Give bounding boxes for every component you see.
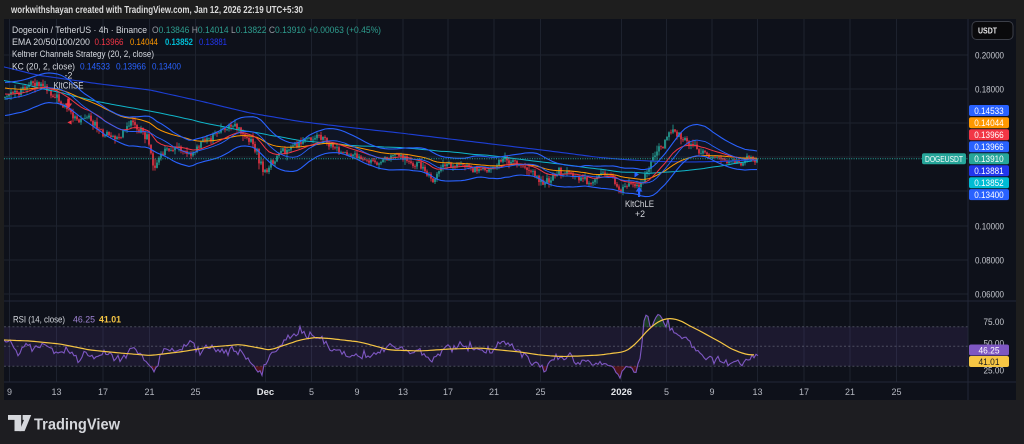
svg-text:KltChSE: KltChSE <box>54 81 84 91</box>
svg-text:workwithshayan created with Tr: workwithshayan created with TradingView.… <box>10 5 303 16</box>
svg-text:DOGEUSDT: DOGEUSDT <box>925 154 963 164</box>
svg-text:0.13852: 0.13852 <box>165 37 193 47</box>
svg-text:TradingView: TradingView <box>34 417 121 434</box>
svg-text:KC (20, 2, close): KC (20, 2, close) <box>12 62 75 72</box>
svg-text:13: 13 <box>752 387 762 397</box>
svg-text:0.08000: 0.08000 <box>975 255 1004 266</box>
svg-text:KltChLE: KltChLE <box>625 199 654 209</box>
svg-text:9: 9 <box>7 387 12 397</box>
svg-text:17: 17 <box>443 387 453 397</box>
svg-text:0.13966: 0.13966 <box>95 37 124 47</box>
svg-text:5: 5 <box>309 387 314 397</box>
svg-text:2026: 2026 <box>611 387 632 398</box>
svg-text:75.00: 75.00 <box>984 317 1005 328</box>
svg-text:0.14533: 0.14533 <box>974 106 1004 117</box>
svg-text:13: 13 <box>51 387 61 397</box>
svg-text:0.10000: 0.10000 <box>975 221 1004 232</box>
svg-text:0.13881: 0.13881 <box>199 37 227 47</box>
svg-text:RSI (14, close): RSI (14, close) <box>13 315 65 325</box>
svg-text:17: 17 <box>799 387 809 397</box>
svg-text:46.25: 46.25 <box>73 315 95 325</box>
svg-text:0.13910: 0.13910 <box>974 154 1004 165</box>
svg-text:21: 21 <box>845 387 855 397</box>
svg-text:-2: -2 <box>65 71 73 81</box>
svg-text:0.18000: 0.18000 <box>975 84 1004 95</box>
svg-text:46.25: 46.25 <box>979 345 1000 356</box>
svg-text:Dec: Dec <box>257 387 274 398</box>
svg-text:0.13400: 0.13400 <box>974 190 1004 201</box>
svg-text:O0.13846 H0.14014 L0.13822 C0.: O0.13846 H0.14014 L0.13822 C0.13910 +0.0… <box>152 25 381 35</box>
svg-text:Dogecoin / TetherUS · 4h · Bin: Dogecoin / TetherUS · 4h · Binance <box>12 25 147 35</box>
svg-text:0.13966: 0.13966 <box>974 142 1004 153</box>
svg-text:21: 21 <box>144 387 154 397</box>
svg-text:0.13966: 0.13966 <box>116 62 146 72</box>
svg-text:9: 9 <box>709 387 714 397</box>
svg-text:21: 21 <box>489 387 499 397</box>
svg-text:17: 17 <box>98 387 108 397</box>
svg-text:0.13852: 0.13852 <box>974 178 1004 189</box>
svg-text:Keltner Channels Strategy (20,: Keltner Channels Strategy (20, 2, close) <box>12 49 154 59</box>
svg-text:25: 25 <box>891 387 901 397</box>
svg-text:25: 25 <box>535 387 545 397</box>
svg-text:0.06000: 0.06000 <box>975 289 1004 300</box>
svg-text:13: 13 <box>398 387 408 397</box>
svg-text:EMA 20/50/100/200: EMA 20/50/100/200 <box>12 37 90 47</box>
svg-text:9: 9 <box>354 387 359 397</box>
svg-text:5: 5 <box>664 387 669 397</box>
svg-text:41.01: 41.01 <box>99 315 121 325</box>
svg-text:0.20000: 0.20000 <box>975 50 1004 61</box>
svg-text:0.14533: 0.14533 <box>80 62 110 72</box>
svg-text:0.13400: 0.13400 <box>152 62 181 72</box>
svg-text:0.14044: 0.14044 <box>130 37 158 47</box>
svg-text:41.01: 41.01 <box>979 357 1000 368</box>
svg-text:USDT: USDT <box>978 26 998 36</box>
svg-text:0.13881: 0.13881 <box>974 166 1004 177</box>
svg-text:+2: +2 <box>635 209 645 219</box>
svg-text:25: 25 <box>190 387 200 397</box>
svg-text:0.13966: 0.13966 <box>974 130 1004 141</box>
svg-text:0.14044: 0.14044 <box>974 118 1004 129</box>
